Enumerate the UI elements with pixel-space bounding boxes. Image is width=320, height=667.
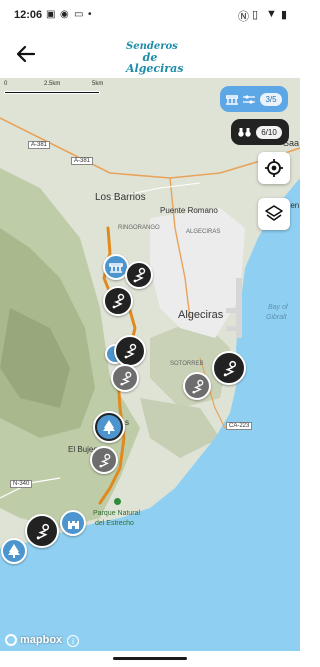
system-nav-bar [0,651,300,667]
nfc-icon: Ⓝ [238,11,249,23]
monument-icon [109,263,123,273]
map-terrain [0,78,300,651]
poi-filter-count: 3/5 [260,92,282,106]
my-location-button[interactable] [258,152,290,184]
route-marker[interactable] [212,351,246,385]
place-label: Los Barrios [95,192,146,203]
mapbox-label: mapbox [20,634,63,646]
road-label: N-340 [10,480,33,488]
scale-label-start: 0 [4,81,8,87]
app-logo: Senderos de Algeciras [126,41,184,75]
route-marker[interactable] [125,261,153,289]
wifi-icon: ▼ [266,8,277,20]
home-gesture-pill[interactable] [113,657,187,660]
poi-filter-chip[interactable]: 3/5 [220,86,288,112]
filter-sliders-icon [243,94,256,104]
poi-nature-marker[interactable] [1,538,27,564]
tree-icon [103,420,115,434]
view-filter-chip[interactable]: 6/10 [231,119,289,145]
binoculars-icon [238,127,251,137]
road-label: CA-223 [226,422,253,430]
route-marker-inactive[interactable] [183,372,211,400]
tree-icon [8,544,20,558]
mapbox-icon [5,634,17,646]
attribution-info-icon[interactable]: i [67,635,79,647]
place-label: s [125,418,129,427]
place-label: Puente Romano [160,206,218,215]
notification-icon: ▭ [74,9,84,20]
crosshair-icon [265,159,283,177]
scale-bar-line [4,91,100,94]
route-icon [119,371,131,385]
route-icon [36,523,49,539]
poi-castle-marker[interactable] [60,510,86,536]
poi-nature-marker[interactable] [93,411,125,443]
logo-line2: de Algeciras [126,51,184,75]
dot-icon: • [88,9,92,20]
notification-icon: ◉ [60,9,69,20]
park-label: Parque Natural [93,510,141,517]
route-marker[interactable] [103,286,133,316]
notification-icon: ▣ [46,9,56,20]
scale-label-end: 5km [92,81,104,87]
road-label: A-381 [28,141,51,149]
route-icon [133,267,146,283]
park-label: del Estrecho [95,520,134,527]
route-icon [112,293,125,309]
castle-icon [67,520,79,529]
water-label: Gibralt [266,314,287,321]
route-marker[interactable] [114,335,146,367]
layers-icon [265,205,283,221]
view-filter-count: 6/10 [256,125,282,139]
route-icon [124,343,137,359]
map-layers-button[interactable] [258,198,290,230]
monument-icon [226,94,239,105]
route-icon [98,453,110,467]
back-arrow-icon[interactable] [14,42,38,66]
route-marker[interactable] [25,514,59,548]
place-label: ALGECIRAS [186,229,221,235]
route-icon [223,360,236,376]
park-icon [114,498,121,505]
battery-icon: ▮ [281,9,288,21]
place-label: SOTORREB [170,361,204,367]
vibrate-icon: ▯ [252,9,259,21]
water-label: Bay of [268,304,288,311]
status-time: 12:06 [14,9,43,21]
route-marker-inactive[interactable] [90,446,118,474]
scale-label-mid: 2.5km [44,81,61,87]
route-icon [191,379,203,393]
app-bar: Senderos de Algeciras [0,30,300,78]
city-label: Algeciras [178,309,224,321]
road-label: A-381 [71,157,94,165]
route-marker-inactive[interactable] [111,364,139,392]
mapbox-logo[interactable]: mapbox [5,634,62,646]
place-label: RINGORANGO [118,225,160,231]
map-scale-bar: 0 2.5km 5km [4,81,104,97]
status-bar: 12:06 ▣ ◉ ▭ • Ⓝ ▯ ▼ ▮ [0,0,300,30]
map-view[interactable]: 0 2.5km 5km A-381 A-381 CA-223 N-340 Saa… [0,78,300,651]
